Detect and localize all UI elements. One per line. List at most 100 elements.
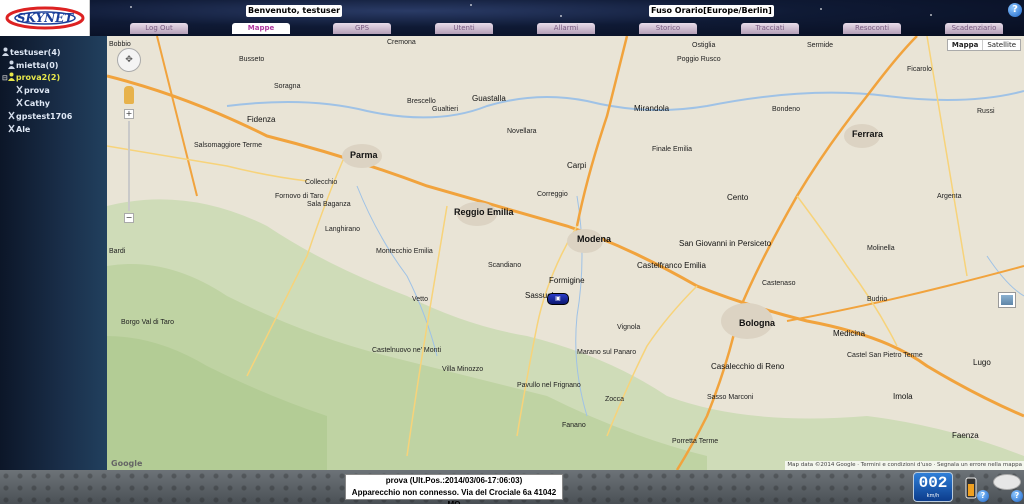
pan-control-icon[interactable]: ✥: [117, 48, 141, 72]
user-icon: [8, 60, 15, 69]
town-label: Scandiano: [488, 262, 522, 269]
city-label: Formigine: [549, 276, 585, 285]
town-label: Sasso Marconi: [707, 394, 754, 401]
fuel-gauge-icon: [964, 476, 978, 500]
city-label: Parma: [350, 150, 378, 160]
town-label: Fanano: [562, 422, 586, 429]
satellite-icon: [8, 124, 15, 133]
vehicle-marker-icon[interactable]: ▣: [547, 293, 569, 305]
skynet-logo[interactable]: SKYNET: [0, 0, 90, 36]
tab-tracciati[interactable]: Tracciati: [741, 23, 799, 34]
user-icon: [2, 47, 9, 56]
town-label: Salsomaggiore Terme: [194, 142, 262, 149]
town-label: Russi: [977, 108, 995, 115]
zoom-in-button[interactable]: +: [124, 109, 134, 119]
help-icon[interactable]: ?: [1008, 3, 1022, 17]
tree-item-prova[interactable]: prova: [16, 85, 50, 97]
tree-item-label: mietta(0): [16, 61, 59, 70]
city-label: San Giovanni in Persiceto: [679, 239, 772, 248]
town-label: Porretta Terme: [672, 438, 719, 445]
city-label: Bologna: [739, 318, 775, 328]
town-label: Correggio: [537, 191, 568, 198]
town-label: Poggio Rusco: [677, 56, 721, 63]
timezone-label: Fuso Orario[Europe/Berlin]: [649, 5, 774, 17]
town-label: Montecchio Emilia: [376, 248, 433, 255]
tab-storico[interactable]: Storico: [639, 23, 697, 34]
tree-item-label: Ale: [16, 125, 31, 134]
status-last-position: prova (Ult.Pos.:2014/03/06-17:06:03): [385, 476, 523, 485]
tree-item-label: Cathy: [24, 99, 51, 108]
city-label: Mirandola: [634, 104, 670, 113]
city-label: Faenza: [952, 431, 979, 440]
tab-allarmi[interactable]: Allarmi: [537, 23, 595, 34]
speed-value: 002: [918, 474, 948, 492]
tree-item-ale[interactable]: Ale: [8, 124, 30, 136]
tree-item-gpstest1706[interactable]: gpstest1706: [8, 111, 72, 123]
top-header: SKYNET Benvenuto, testuser Fuso Orario[E…: [0, 0, 1024, 36]
city-label: Imola: [893, 392, 913, 401]
satellite-icon: [16, 98, 23, 107]
tab-logout[interactable]: Log Out: [130, 23, 188, 34]
satellite-icon: [16, 85, 23, 94]
status-footer: prova (Ult.Pos.:2014/03/06-17:06:03) App…: [0, 470, 1024, 504]
town-label: Pavullo nel Frignano: [517, 382, 581, 389]
town-label: Collecchio: [305, 179, 338, 186]
town-label: Marano sul Panaro: [577, 349, 637, 356]
map-attribution[interactable]: Map data ©2014 Google · Termini e condiz…: [785, 461, 1024, 470]
map-type-satellite[interactable]: Satellite: [983, 40, 1020, 50]
help-icon[interactable]: ?: [1011, 490, 1023, 502]
tree-item-prova2[interactable]: ⊟ prova2(2): [2, 72, 60, 84]
vehicle-status-box: prova (Ult.Pos.:2014/03/06-17:06:03) App…: [345, 474, 563, 504]
tab-gps[interactable]: GPS: [333, 23, 391, 34]
city-label: Guastalla: [472, 94, 506, 103]
city-label: Fidenza: [247, 115, 276, 124]
welcome-label: Benvenuto, testuser: [246, 5, 343, 17]
town-label: Molinella: [867, 245, 895, 252]
town-label: Budrio: [867, 296, 888, 303]
town-label: Bardi: [109, 248, 126, 255]
user-tree-sidebar: testuser(4) mietta(0) ⊟ prova2(2) prova C…: [0, 36, 107, 470]
map-type-mappa[interactable]: Mappa: [948, 40, 984, 50]
tree-item-label: prova: [24, 86, 50, 95]
tab-mappe[interactable]: Mappe: [232, 23, 290, 34]
town-label: Langhirano: [325, 226, 361, 233]
status-connection-address: Apparecchio non connesso. Via del Crocia…: [351, 488, 557, 504]
tree-item-label: prova2(2): [15, 73, 61, 82]
town-label: Bondeno: [772, 106, 801, 113]
tree-item-cathy[interactable]: Cathy: [16, 98, 50, 110]
header-star: [130, 6, 132, 8]
help-icon[interactable]: ?: [977, 490, 989, 502]
town-label: Finale Emilia: [652, 146, 693, 153]
chat-bubble-icon[interactable]: [993, 474, 1021, 490]
city-label: Castelfranco Emilia: [637, 261, 706, 270]
town-label: Fornovo di Taro: [275, 193, 324, 200]
tab-scadenziario[interactable]: Scadenziario: [945, 23, 1003, 34]
zoom-slider[interactable]: [128, 121, 130, 211]
town-label: Zocca: [605, 396, 625, 403]
brand-text: SKYNET: [17, 11, 74, 25]
streetview-pegman-icon[interactable]: [124, 86, 134, 104]
header-star: [470, 4, 472, 6]
town-label: Vignola: [617, 324, 641, 331]
tree-item-testuser[interactable]: testuser(4): [2, 47, 61, 59]
town-label: Villa Minozzo: [442, 366, 484, 373]
city-label: Reggio Emilia: [454, 207, 514, 217]
tree-item-mietta[interactable]: mietta(0): [8, 60, 58, 72]
town-label: Soragna: [274, 83, 301, 90]
map-canvas[interactable]: Parma Reggio Emilia Modena Bologna Ferra…: [107, 36, 1024, 470]
speed-unit: km/h: [926, 493, 940, 499]
satellite-icon: [8, 111, 15, 120]
tab-utenti[interactable]: Utenti: [435, 23, 493, 34]
tab-resoconti[interactable]: Resoconti: [843, 23, 901, 34]
map-base-layer: [107, 36, 1024, 470]
town-label: Bobbio: [109, 41, 131, 48]
city-label: Ferrara: [852, 129, 884, 139]
header-star: [560, 15, 562, 17]
map-type-selector[interactable]: Mappa Satellite: [946, 39, 1021, 51]
zoom-out-button[interactable]: −: [124, 213, 134, 223]
city-label: Lugo: [973, 358, 991, 367]
overview-map-button[interactable]: [998, 292, 1016, 308]
header-star: [820, 8, 822, 10]
town-label: Ostiglia: [692, 42, 716, 49]
tree-item-label: gpstest1706: [16, 112, 73, 121]
